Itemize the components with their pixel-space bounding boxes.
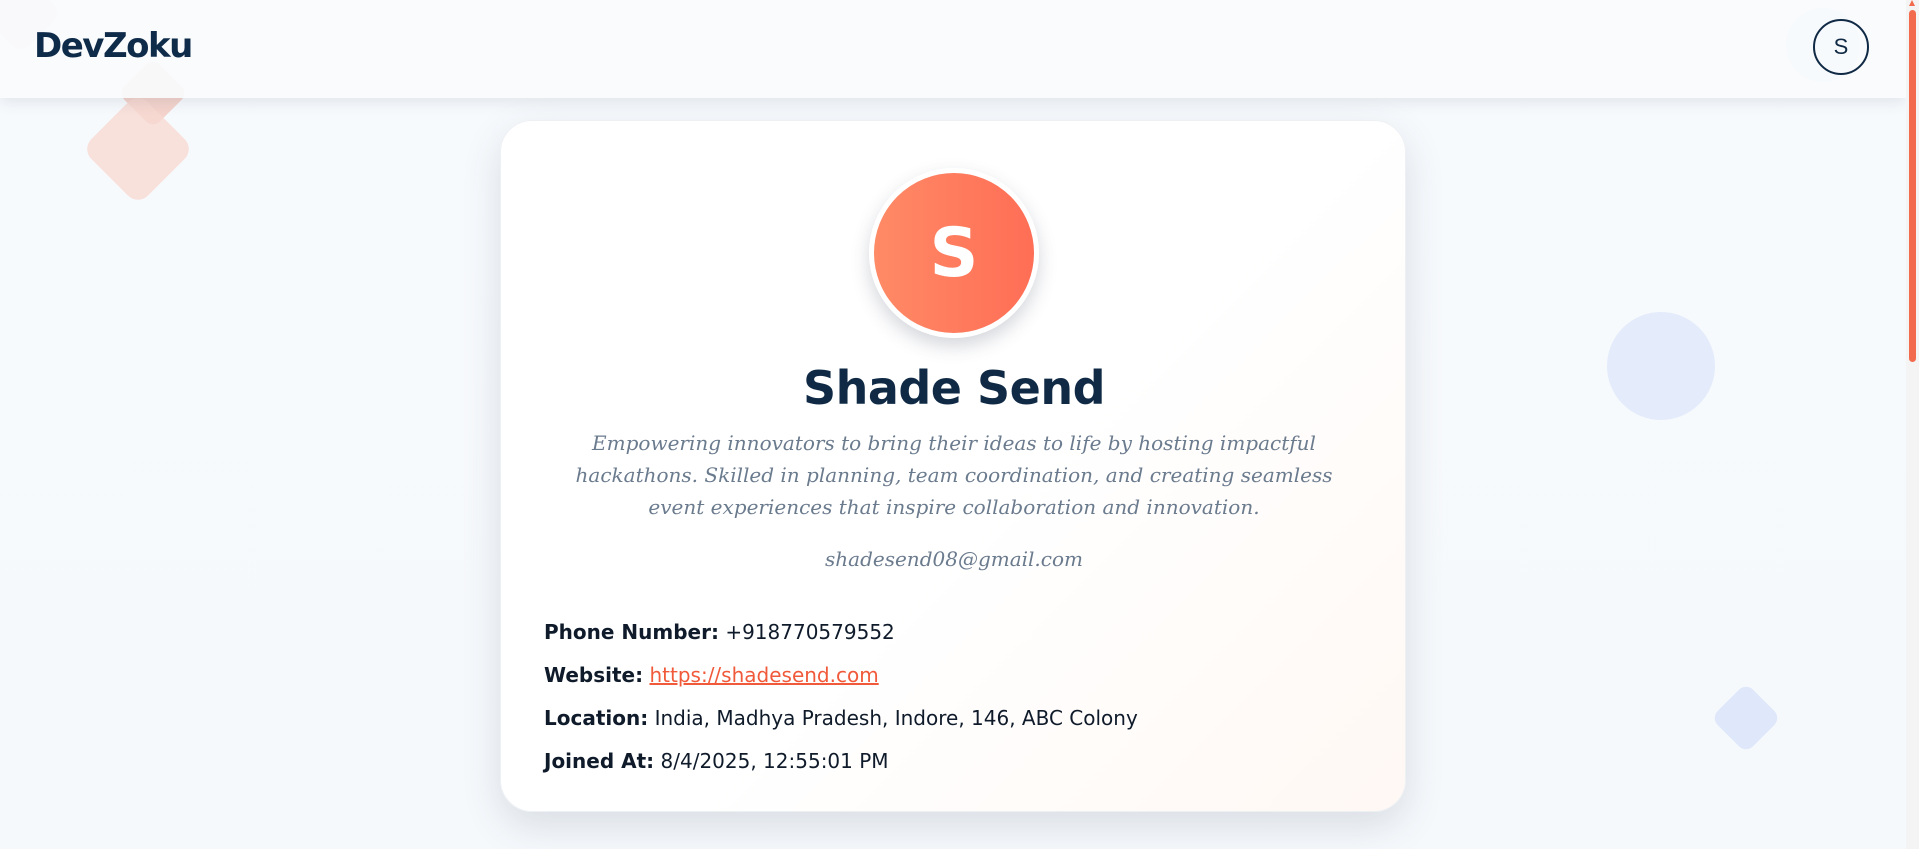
- vertical-scrollbar[interactable]: [1906, 0, 1919, 849]
- website-label: Website:: [544, 663, 644, 687]
- top-navbar: DevZoku S: [0, 0, 1906, 98]
- detail-row-location: Location: India, Madhya Pradesh, Indore,…: [544, 697, 1138, 740]
- phone-value: +918770579552: [725, 620, 895, 644]
- profile-name: Shade Send: [802, 361, 1106, 415]
- profile-email: shadesend08@gmail.com: [825, 547, 1083, 571]
- location-label: Location:: [544, 706, 649, 730]
- detail-row-joined: Joined At: 8/4/2025, 12:55:01 PM: [544, 740, 1138, 783]
- profile-avatar: S: [869, 168, 1039, 338]
- location-value: India, Madhya Pradesh, Indore, 146, ABC …: [654, 706, 1138, 730]
- profile-details: Phone Number: +918770579552 Website: htt…: [544, 611, 1138, 783]
- joined-value: 8/4/2025, 12:55:01 PM: [660, 749, 889, 773]
- phone-label: Phone Number:: [544, 620, 719, 644]
- scrollbar-thumb[interactable]: [1909, 10, 1916, 362]
- detail-row-website: Website: https://shadesend.com: [544, 654, 1138, 697]
- decorative-diamond: [1710, 682, 1782, 754]
- joined-label: Joined At:: [544, 749, 655, 773]
- scroll-up-arrow-icon[interactable]: [1909, 0, 1915, 6]
- profile-bio: Empowering innovators to bring their ide…: [575, 431, 1333, 519]
- app-logo[interactable]: DevZoku: [34, 26, 193, 66]
- detail-row-phone: Phone Number: +918770579552: [544, 611, 1138, 654]
- website-link[interactable]: https://shadesend.com: [649, 663, 878, 687]
- profile-card: S Shade Send Empowering innovators to br…: [500, 120, 1406, 812]
- user-avatar-button[interactable]: S: [1813, 19, 1869, 75]
- decorative-diamond: [81, 92, 195, 206]
- decorative-circle: [1607, 312, 1715, 420]
- profile-page: DevZoku S S Shade Send Empowering innova…: [0, 0, 1919, 849]
